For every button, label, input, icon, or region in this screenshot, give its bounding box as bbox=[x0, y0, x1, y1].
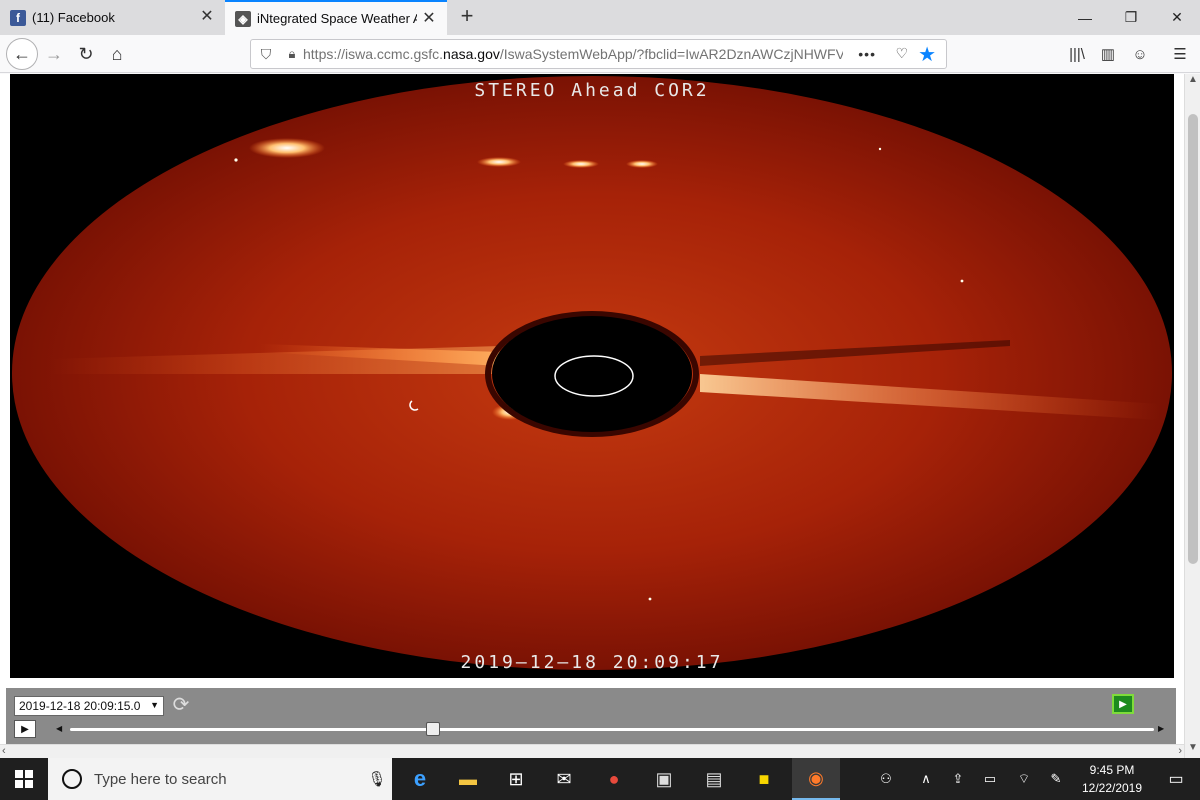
image-title: STEREO Ahead COR2 bbox=[474, 80, 710, 101]
photos-app-icon[interactable]: ▣ bbox=[640, 758, 688, 800]
star-dot bbox=[878, 147, 882, 151]
battery-icon[interactable]: ▭ bbox=[978, 758, 1002, 800]
horizontal-scrollbar[interactable]: ‹ › bbox=[0, 744, 1184, 758]
clock[interactable]: 9:45 PM 12/22/2019 bbox=[1076, 761, 1148, 797]
url-prefix: https://iswa.ccmc.gsfc. bbox=[303, 46, 444, 62]
remote-desktop-icon[interactable]: ▤ bbox=[690, 758, 738, 800]
tab-iswa[interactable]: ◈ iNtegrated Space Weather Analysis ✕ bbox=[225, 0, 447, 35]
taskbar: Type here to search 🎙︎ e ▬ ⊞ ✉ ● ▣ ▤ ■ ◉… bbox=[0, 758, 1200, 800]
lock-icon[interactable]: 🔒︎ bbox=[281, 46, 303, 62]
date-select[interactable]: 2019-12-18 20:09:15.0 ▼ bbox=[14, 696, 164, 716]
page-content: STEREO Ahead COR2 2019—12—18 20:09:17 20… bbox=[0, 74, 1184, 744]
search-placeholder: Type here to search bbox=[94, 770, 227, 788]
new-tab-button[interactable]: + bbox=[455, 4, 479, 30]
pocket-icon[interactable]: ♡ bbox=[895, 45, 908, 62]
show-hidden-icons-icon[interactable]: ∧ bbox=[914, 758, 938, 800]
movie-icon[interactable]: ▶ bbox=[1112, 694, 1134, 714]
star-dot bbox=[234, 158, 238, 162]
tab-facebook[interactable]: f (11) Facebook ✕ bbox=[0, 0, 225, 35]
close-tab-icon[interactable]: ✕ bbox=[421, 11, 437, 27]
hamburger-menu-icon[interactable]: ☰ bbox=[1168, 43, 1192, 65]
play-button[interactable]: ▶ bbox=[14, 720, 36, 738]
tray-app-icon[interactable]: ⇪ bbox=[946, 758, 970, 800]
restore-button[interactable]: ❐ bbox=[1108, 0, 1154, 35]
voice-recorder-icon[interactable]: ● bbox=[590, 758, 638, 800]
mail-icon[interactable]: ✉ bbox=[540, 758, 588, 800]
microphone-icon[interactable]: 🎙︎ bbox=[362, 770, 392, 788]
reload-button[interactable]: ↻ bbox=[70, 38, 102, 70]
clock-date: 12/22/2019 bbox=[1081, 781, 1143, 795]
time-slider-track[interactable] bbox=[70, 722, 1154, 736]
bright-blob bbox=[626, 160, 658, 168]
image-timestamp: 2019—12—18 20:09:17 bbox=[460, 652, 724, 673]
bright-blob bbox=[249, 138, 325, 158]
date-select-value: 2019-12-18 20:09:15.0 bbox=[19, 699, 141, 713]
bright-blob bbox=[477, 157, 521, 167]
scroll-down-icon[interactable]: ▼ bbox=[1188, 742, 1198, 753]
tracking-shield-icon[interactable]: ⛉ bbox=[251, 46, 281, 63]
page-actions-icon[interactable]: ••• bbox=[858, 46, 876, 62]
forward-button[interactable]: → bbox=[38, 38, 70, 70]
close-window-button[interactable]: ✕ bbox=[1154, 0, 1200, 35]
slider-left-arrow-icon[interactable]: ◀ bbox=[56, 724, 62, 733]
sticky-notes-icon[interactable]: ■ bbox=[740, 758, 788, 800]
star-dot bbox=[960, 279, 964, 283]
windows-logo-icon bbox=[15, 770, 33, 788]
tab-strip: f (11) Facebook ✕ ◈ iNtegrated Space Wea… bbox=[0, 0, 1200, 35]
playback-controls: 2019-12-18 20:09:15.0 ▼ ⟳ ▶ ▶ ◀ ▶ bbox=[6, 688, 1176, 744]
scroll-left-icon[interactable]: ‹ bbox=[2, 745, 6, 757]
home-button[interactable]: ⌂ bbox=[101, 38, 133, 70]
edge-icon[interactable]: e bbox=[396, 758, 444, 800]
url-bar[interactable]: ⛉ 🔒︎ https://iswa.ccmc.gsfc.nasa.gov/Isw… bbox=[250, 39, 947, 69]
taskbar-search[interactable]: Type here to search 🎙︎ bbox=[48, 758, 392, 800]
sidebar-icon[interactable]: ▥ bbox=[1096, 43, 1120, 65]
chevron-down-icon: ▼ bbox=[150, 700, 159, 710]
start-button[interactable] bbox=[0, 758, 48, 800]
iswa-favicon-icon: ◈ bbox=[235, 10, 251, 27]
library-icon[interactable]: |||\ bbox=[1065, 43, 1089, 65]
coronagraph-image bbox=[12, 76, 1172, 670]
bookmark-star-icon[interactable]: ★ bbox=[918, 42, 936, 67]
firefox-icon[interactable]: ◉ bbox=[792, 758, 840, 800]
vertical-scrollbar[interactable]: ▲ ▼ bbox=[1184, 74, 1200, 758]
url-text[interactable]: https://iswa.ccmc.gsfc.nasa.gov/IswaSyst… bbox=[303, 46, 843, 62]
tab-title: iNtegrated Space Weather Analysis bbox=[257, 11, 417, 26]
navigation-toolbar: ← → ↻ ⌂ ⛉ 🔒︎ https://iswa.ccmc.gsfc.nasa… bbox=[0, 35, 1200, 73]
occulter-disk bbox=[492, 316, 692, 432]
cortana-icon bbox=[62, 769, 82, 789]
image-viewer: STEREO Ahead COR2 2019—12—18 20:09:17 bbox=[10, 74, 1174, 678]
scroll-right-icon[interactable]: › bbox=[1178, 745, 1182, 757]
pen-workspace-icon[interactable]: ✎ bbox=[1044, 758, 1068, 800]
star-dot bbox=[648, 597, 652, 601]
url-suffix: /IswaSystemWebApp/?fbclid=IwAR2DznAWCzjN… bbox=[499, 46, 843, 62]
store-icon[interactable]: ⊞ bbox=[492, 758, 540, 800]
account-icon[interactable]: ☺ bbox=[1128, 43, 1152, 65]
bright-blob bbox=[563, 160, 599, 168]
wifi-icon[interactable]: ⌔ bbox=[1012, 758, 1036, 800]
back-button[interactable]: ← bbox=[6, 38, 38, 70]
notifications-icon[interactable]: ▭ bbox=[1156, 758, 1196, 800]
minimize-button[interactable]: — bbox=[1062, 0, 1108, 35]
time-slider-handle[interactable] bbox=[426, 722, 441, 736]
file-explorer-icon[interactable]: ▬ bbox=[444, 758, 492, 800]
scroll-up-icon[interactable]: ▲ bbox=[1188, 74, 1198, 85]
url-domain: nasa.gov bbox=[443, 46, 500, 62]
tab-title: (11) Facebook bbox=[32, 10, 115, 25]
facebook-favicon-icon: f bbox=[10, 9, 26, 26]
scroll-thumb[interactable] bbox=[1188, 114, 1198, 564]
refresh-icon[interactable]: ⟳ bbox=[170, 694, 192, 716]
people-icon[interactable]: ⚇ bbox=[872, 758, 900, 800]
slider-right-arrow-icon[interactable]: ▶ bbox=[1158, 724, 1164, 733]
close-tab-icon[interactable]: ✕ bbox=[199, 9, 215, 25]
clock-time: 9:45 PM bbox=[1089, 763, 1135, 777]
